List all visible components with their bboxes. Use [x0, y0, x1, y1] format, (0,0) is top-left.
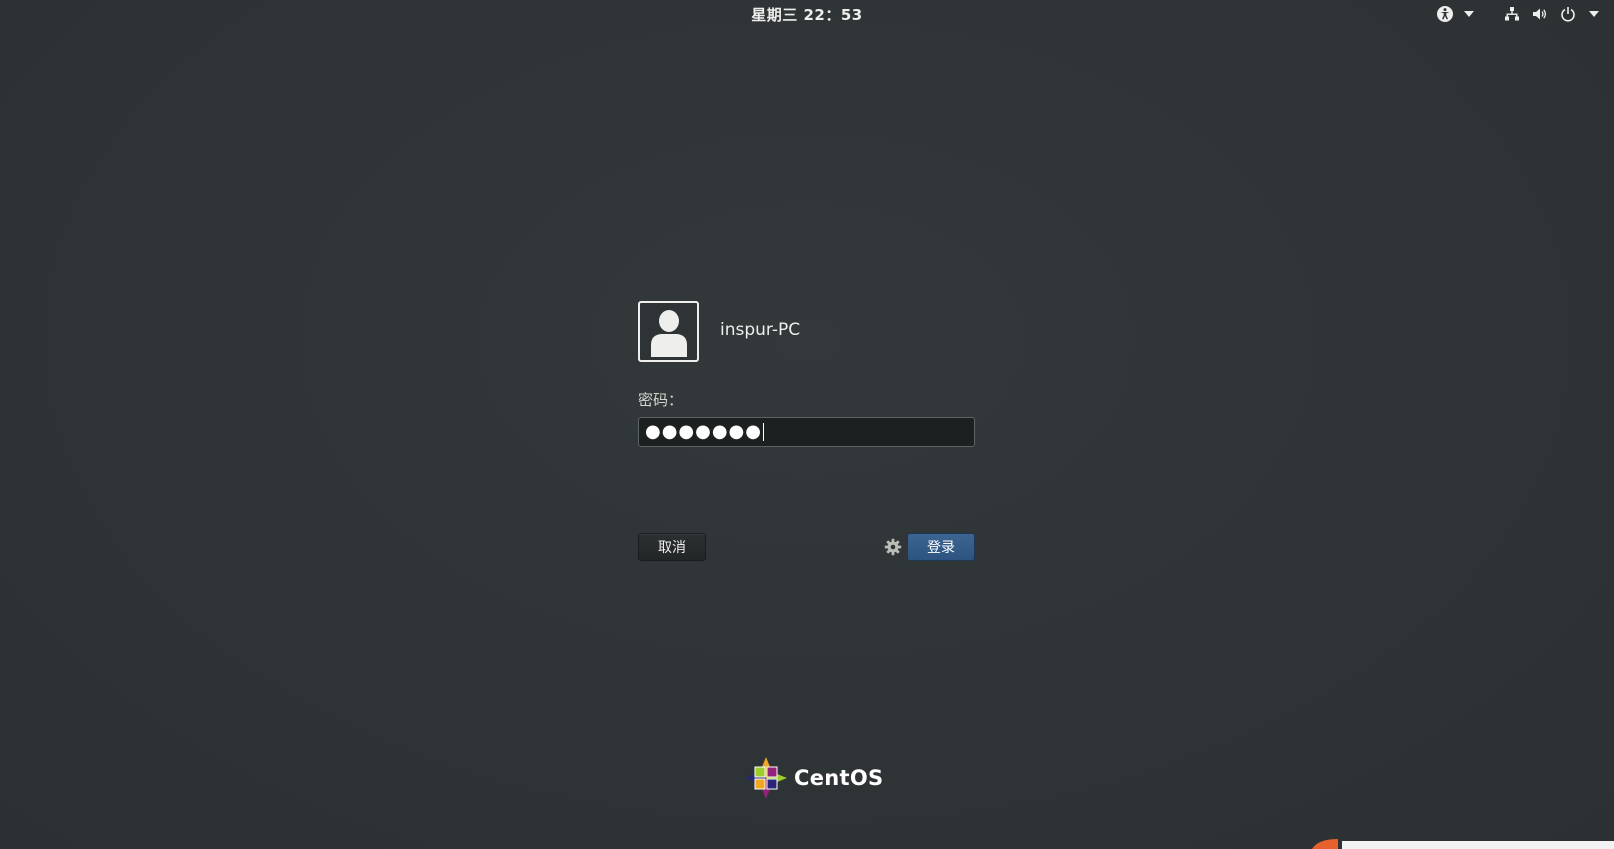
- corner-overlay-decoration: [1312, 839, 1614, 849]
- cancel-button[interactable]: 取消: [638, 533, 706, 561]
- user-avatar[interactable]: [638, 301, 699, 362]
- system-menu[interactable]: [1503, 4, 1599, 24]
- chevron-down-icon: [1589, 11, 1599, 17]
- username-label: inspur-PC: [720, 320, 801, 340]
- accessibility-menu[interactable]: [1436, 4, 1474, 24]
- password-field[interactable]: ●●●●●●●: [638, 417, 975, 447]
- chevron-down-icon: [1464, 11, 1474, 17]
- centos-logo-icon: [745, 757, 787, 799]
- logo-text: CentOS: [794, 766, 884, 790]
- accessibility-icon: [1436, 5, 1454, 23]
- user-avatar-icon: [650, 309, 687, 357]
- text-cursor: [762, 423, 765, 441]
- power-icon: [1559, 5, 1577, 23]
- password-label: 密码：: [638, 391, 684, 409]
- login-button[interactable]: 登录: [907, 533, 975, 561]
- clock[interactable]: 星期三 22：53: [0, 4, 1614, 25]
- gear-icon: [884, 538, 902, 556]
- password-value: ●●●●●●●: [645, 421, 762, 442]
- login-screen: 星期三 22：53 inspur-PC 密码： ●●●●●●● 取消 登录 Ce…: [0, 0, 1614, 849]
- top-bar: 星期三 22：53: [0, 0, 1614, 28]
- session-options-button[interactable]: [883, 537, 903, 557]
- network-wired-icon: [1503, 5, 1521, 23]
- centos-logo: CentOS: [744, 756, 883, 800]
- volume-icon: [1531, 5, 1549, 23]
